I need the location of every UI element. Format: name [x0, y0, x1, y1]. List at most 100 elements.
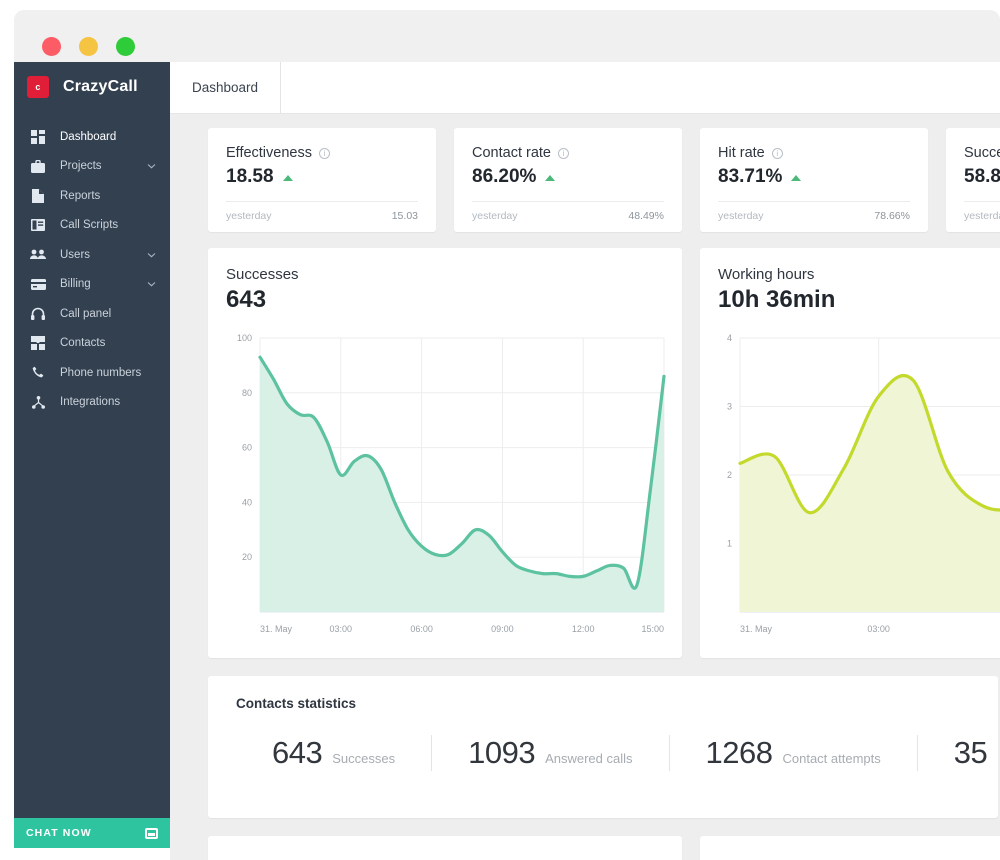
- kpi-footer: yesterday 15.03: [226, 201, 418, 222]
- info-icon[interactable]: i: [771, 147, 783, 159]
- chart-card-successes: Successes 643 20 40 60 80 100 31. May 03:00 06:…: [208, 248, 682, 658]
- kpi-value: 86.20%: [472, 166, 664, 188]
- sidebar-item-contacts[interactable]: Contacts: [14, 329, 170, 359]
- kpi-card-successes: Successes i 58.8 yesterday: [946, 128, 1000, 232]
- sidebar-item-billing[interactable]: Billing: [14, 270, 170, 300]
- kpi-prev-label: yesterday: [472, 210, 518, 222]
- chevron-down-icon[interactable]: [147, 162, 156, 171]
- svg-text:20: 20: [242, 552, 252, 562]
- svg-text:80: 80: [242, 388, 252, 398]
- working-hours-chart-plot[interactable]: 123431. May03:0006:0009:00: [714, 330, 1000, 650]
- stat-partial: 35: [918, 735, 1000, 771]
- sidebar-item-label: Call panel: [60, 307, 112, 320]
- brand[interactable]: c CrazyCall: [14, 62, 170, 112]
- minimize-button[interactable]: [79, 37, 98, 56]
- sidebar-item-label: Call Scripts: [60, 219, 119, 232]
- sidebar-item-dashboard[interactable]: Dashboard: [14, 122, 170, 152]
- window-traffic-lights: [42, 37, 135, 56]
- chart-headline-value: 10h 36min: [718, 286, 836, 313]
- tab-dashboard[interactable]: Dashboard: [170, 62, 282, 113]
- kpi-prev-value: 48.49%: [628, 210, 664, 222]
- chart-row: Successes 643 20 40 60 80 100 31. May 03:00 06:…: [208, 248, 1000, 658]
- sidebar-item-label: Projects: [60, 160, 102, 173]
- main-area: Dashboard Effectiveness i 18.58 yesterda…: [170, 62, 1000, 860]
- bottom-card-right: [700, 836, 1000, 860]
- sidebar-item-reports[interactable]: Reports: [14, 181, 170, 211]
- kpi-value-text: 83.71%: [718, 166, 783, 187]
- sidebar-item-call-scripts[interactable]: Call Scripts: [14, 211, 170, 241]
- sidebar-item-projects[interactable]: Projects: [14, 152, 170, 182]
- chat-window-icon[interactable]: [145, 827, 158, 839]
- kpi-value: 83.71%: [718, 166, 910, 188]
- brand-logo-icon: c: [27, 76, 49, 98]
- svg-text:40: 40: [242, 497, 252, 507]
- sidebar-item-label: Reports: [60, 189, 101, 202]
- sidebar-item-call-panel[interactable]: Call panel: [14, 299, 170, 329]
- stat-value: 1268: [705, 735, 773, 770]
- trend-up-icon: [545, 175, 556, 181]
- kpi-row: Effectiveness i 18.58 yesterday 15.03 Co…: [208, 128, 1000, 232]
- phone-icon: [30, 365, 46, 381]
- dashboard-content: Effectiveness i 18.58 yesterday 15.03 Co…: [170, 114, 1000, 860]
- sidebar: c CrazyCall Dashboard Projects Reports C…: [14, 62, 170, 822]
- chevron-down-icon[interactable]: [147, 250, 156, 259]
- tab-bar-filler: [281, 62, 1000, 113]
- kpi-prev-value: 15.03: [391, 210, 418, 222]
- svg-text:100: 100: [237, 333, 252, 343]
- svg-text:09:00: 09:00: [491, 624, 514, 634]
- trend-up-icon: [282, 175, 293, 181]
- kpi-title: Hit rate i: [718, 145, 910, 161]
- kpi-title-label: Successes: [964, 145, 1000, 161]
- svg-text:60: 60: [242, 443, 252, 453]
- sidebar-item-phone-numbers[interactable]: Phone numbers: [14, 358, 170, 388]
- successes-chart-plot[interactable]: 20 40 60 80 100 31. May 03:00 06:00 09:00 12:00 15…: [222, 330, 668, 650]
- kpi-card-hit-rate: Hit rate i 83.71% yesterday 78.66%: [700, 128, 928, 232]
- headset-icon: [30, 306, 46, 322]
- chart-title: Working hours: [718, 266, 815, 283]
- users-icon: [30, 247, 46, 263]
- svg-text:06:00: 06:00: [410, 624, 433, 634]
- stats-row: 643 Successes 1093 Answered calls 1268 C…: [236, 735, 998, 771]
- chevron-down-icon[interactable]: [147, 280, 156, 289]
- sidebar-item-integrations[interactable]: Integrations: [14, 388, 170, 418]
- sidebar-item-label: Integrations: [60, 396, 121, 409]
- stat-value: 35: [953, 735, 988, 770]
- bottom-card-left: [208, 836, 682, 860]
- section-title: Contacts statistics: [236, 696, 357, 711]
- contacts-statistics-card: Contacts statistics 643 Successes 1093 A…: [208, 676, 998, 818]
- kpi-footer: yesterday: [964, 201, 1000, 222]
- close-button[interactable]: [42, 37, 61, 56]
- info-icon[interactable]: i: [558, 147, 569, 159]
- kpi-card-effectiveness: Effectiveness i 18.58 yesterday 15.03: [208, 128, 436, 232]
- stat-successes: 643 Successes: [236, 735, 433, 771]
- stat-label: Contact attempts: [782, 751, 881, 766]
- tab-bar: Dashboard: [170, 62, 1000, 114]
- kpi-card-contact-rate: Contact rate i 86.20% yesterday 48.49%: [454, 128, 682, 232]
- svg-text:03:00: 03:00: [867, 624, 890, 634]
- kpi-title: Effectiveness i: [226, 145, 418, 161]
- stat-value: 1093: [468, 735, 536, 770]
- kpi-prev-value: 78.66%: [874, 210, 910, 222]
- kpi-footer: yesterday 78.66%: [718, 201, 910, 222]
- maximize-button[interactable]: [116, 37, 135, 56]
- card-icon: [30, 276, 46, 292]
- chart-card-working-hours: Working hours 10h 36min 1 2 3 4 31. May 03:00…: [700, 248, 1000, 658]
- kpi-title: Contact rate i: [472, 145, 664, 161]
- kpi-title-label: Contact rate: [472, 145, 551, 161]
- window-chrome: [14, 10, 1000, 62]
- svg-text:15:00: 15:00: [641, 624, 664, 634]
- app-window: c CrazyCall Dashboard Projects Reports C…: [0, 0, 1000, 860]
- tab-label: Dashboard: [192, 80, 259, 95]
- kpi-value: 58.8: [964, 166, 1000, 188]
- kpi-value-text: 18.58: [226, 166, 274, 187]
- sidebar-item-users[interactable]: Users: [14, 240, 170, 270]
- kpi-title-label: Effectiveness: [226, 145, 312, 161]
- sidebar-item-label: Contacts: [60, 337, 106, 350]
- grid-icon: [30, 129, 46, 145]
- chat-now-button[interactable]: CHAT NOW: [14, 818, 170, 848]
- kpi-title: Successes i: [964, 145, 1000, 161]
- sidebar-item-label: Users: [60, 248, 91, 261]
- info-icon[interactable]: i: [318, 147, 330, 159]
- svg-text:4: 4: [727, 333, 732, 343]
- svg-text:12:00: 12:00: [572, 624, 595, 634]
